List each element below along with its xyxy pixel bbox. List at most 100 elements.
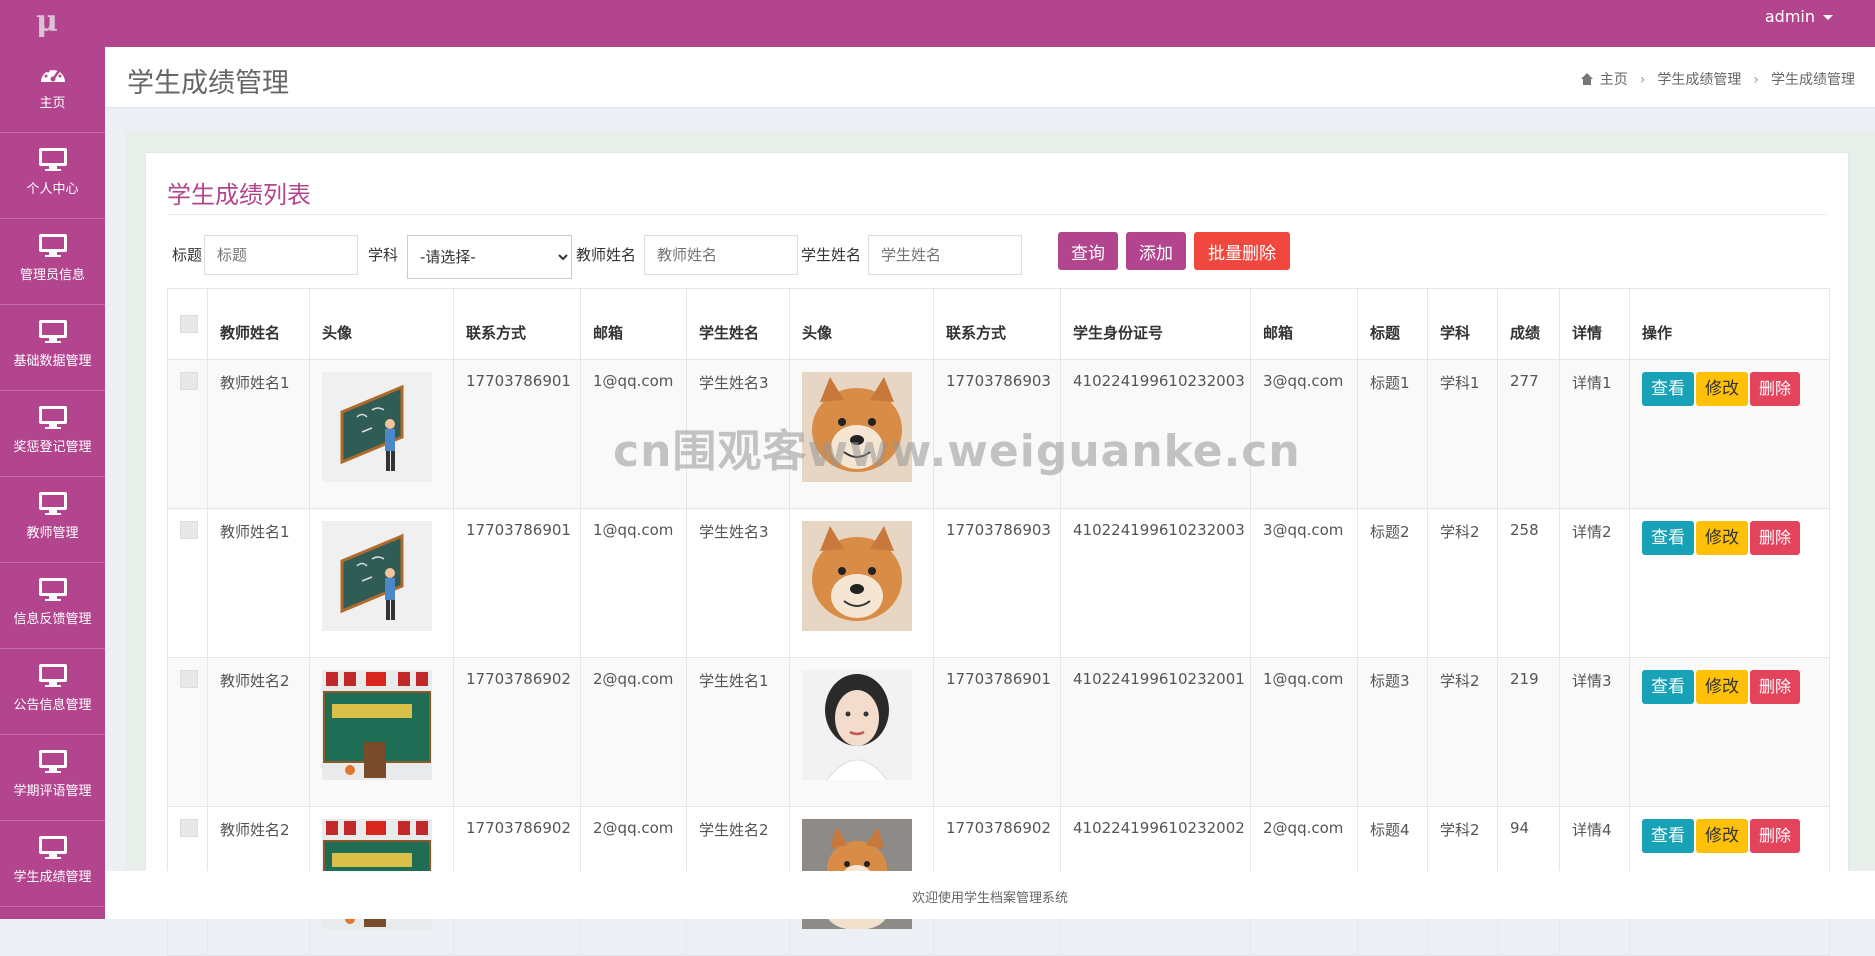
row-checkbox[interactable] bbox=[180, 819, 198, 837]
breadcrumb-current: 学生成绩管理 bbox=[1771, 72, 1855, 88]
teacher-avatar-cell bbox=[309, 657, 454, 807]
sidebar-item-label: 主页 bbox=[39, 96, 66, 111]
edit-button[interactable]: 修改 bbox=[1696, 819, 1748, 853]
column-header: 邮箱 bbox=[1250, 288, 1358, 360]
view-button[interactable]: 查看 bbox=[1642, 521, 1694, 555]
add-button[interactable]: 添加 bbox=[1126, 232, 1186, 270]
teacher-email-cell: 1@qq.com bbox=[580, 508, 687, 658]
page-title: 学生成绩管理 bbox=[127, 68, 289, 99]
column-header: 详情 bbox=[1559, 288, 1630, 360]
breadcrumb-home[interactable]: 主页 bbox=[1600, 72, 1628, 88]
filter-bar: 标题 学科 -请选择- 教师姓名 学生姓名 查询 添加 批量删除 bbox=[168, 232, 1828, 279]
view-button[interactable]: 查看 bbox=[1642, 670, 1694, 704]
monitor-icon bbox=[38, 664, 67, 687]
row-checkbox[interactable] bbox=[180, 670, 198, 688]
user-menu[interactable]: admin bbox=[1765, 7, 1833, 26]
monitor-icon bbox=[38, 234, 67, 257]
divider bbox=[167, 214, 1827, 215]
subject-filter-select[interactable]: -请选择- bbox=[407, 235, 572, 279]
select-all-checkbox[interactable] bbox=[180, 315, 198, 333]
row-select-cell bbox=[167, 657, 208, 807]
student-id-card-cell: 410224199610232001 bbox=[1060, 657, 1251, 807]
title-cell: 标题2 bbox=[1357, 508, 1428, 658]
logo: μ bbox=[36, 4, 58, 39]
card-title: 学生成绩列表 bbox=[167, 181, 311, 209]
monitor-icon bbox=[38, 320, 67, 343]
view-button[interactable]: 查看 bbox=[1642, 372, 1694, 406]
actions-cell: 查看 修改 删除 bbox=[1629, 657, 1830, 807]
sidebar-item-teachers[interactable]: 教师管理 bbox=[0, 477, 105, 563]
sidebar-item-feedback[interactable]: 信息反馈管理 bbox=[0, 563, 105, 649]
sidebar-item-scores[interactable]: 学生成绩管理 bbox=[0, 821, 105, 907]
edit-button[interactable]: 修改 bbox=[1696, 670, 1748, 704]
detail-cell: 详情2 bbox=[1559, 508, 1630, 658]
delete-button[interactable]: 删除 bbox=[1750, 521, 1801, 555]
column-header: 学科 bbox=[1427, 288, 1498, 360]
sidebar-item-notices[interactable]: 公告信息管理 bbox=[0, 649, 105, 735]
row-checkbox[interactable] bbox=[180, 521, 198, 539]
student-name-cell: 学生姓名1 bbox=[686, 657, 790, 807]
sidebar-item-label: 个人中心 bbox=[26, 182, 79, 197]
student-phone-cell: 17703786901 bbox=[933, 657, 1061, 807]
monitor-icon bbox=[38, 492, 67, 515]
breadcrumb: 主页 › 学生成绩管理 › 学生成绩管理 bbox=[1580, 69, 1855, 89]
teacher-avatar-cell bbox=[309, 508, 454, 658]
column-header: 成绩 bbox=[1497, 288, 1560, 360]
title-cell: 标题3 bbox=[1357, 657, 1428, 807]
sidebar-item-comments[interactable]: 学期评语管理 bbox=[0, 735, 105, 821]
monitor-icon bbox=[38, 578, 67, 601]
batch-delete-button[interactable]: 批量删除 bbox=[1194, 232, 1290, 270]
column-header: 学生身份证号 bbox=[1060, 288, 1251, 360]
sidebar-item-label: 公告信息管理 bbox=[13, 698, 92, 713]
monitor-icon bbox=[38, 836, 67, 859]
score-cell: 219 bbox=[1497, 657, 1560, 807]
sidebar-item-rewards[interactable]: 奖惩登记管理 bbox=[0, 391, 105, 477]
subject-filter-label: 学科 bbox=[368, 246, 399, 264]
actions-cell: 查看 修改 删除 bbox=[1629, 508, 1830, 658]
row-checkbox[interactable] bbox=[180, 372, 198, 390]
teacher-avatar-image bbox=[322, 670, 432, 780]
user-name: admin bbox=[1764, 7, 1815, 26]
sidebar-item-label: 学期评语管理 bbox=[13, 784, 92, 799]
teacher-name-cell: 教师姓名1 bbox=[207, 508, 310, 658]
sidebar-item-label: 基础数据管理 bbox=[13, 354, 92, 369]
title-filter-input[interactable] bbox=[204, 235, 358, 275]
view-button[interactable]: 查看 bbox=[1642, 819, 1694, 853]
table-row: 教师姓名2 17703786902 2@qq.com 学生姓名1 1770378… bbox=[167, 657, 1830, 807]
sidebar-item-personal-center[interactable]: 个人中心 bbox=[0, 133, 105, 219]
column-header: 联系方式 bbox=[453, 288, 581, 360]
breadcrumb-item[interactable]: 学生成绩管理 bbox=[1657, 72, 1741, 88]
watermark: cn围观客www.weiguanke.cn bbox=[613, 426, 1301, 477]
column-header: 头像 bbox=[789, 288, 934, 360]
teacher-phone-cell: 17703786901 bbox=[453, 359, 581, 509]
monitor-icon bbox=[38, 148, 67, 171]
teacher-filter-input[interactable] bbox=[644, 235, 798, 275]
teacher-phone-cell: 17703786901 bbox=[453, 508, 581, 658]
column-header: 学生姓名 bbox=[686, 288, 790, 360]
sidebar-item-label: 信息反馈管理 bbox=[13, 612, 92, 627]
edit-button[interactable]: 修改 bbox=[1696, 521, 1748, 555]
student-avatar-image bbox=[802, 521, 912, 631]
delete-button[interactable]: 删除 bbox=[1750, 819, 1801, 853]
student-email-cell: 3@qq.com bbox=[1250, 508, 1358, 658]
sidebar-item-admin-info[interactable]: 管理员信息 bbox=[0, 219, 105, 305]
top-bar: μ admin bbox=[0, 0, 1875, 47]
sidebar-item-label: 奖惩登记管理 bbox=[13, 440, 92, 455]
delete-button[interactable]: 删除 bbox=[1750, 372, 1801, 406]
column-header: 头像 bbox=[309, 288, 454, 360]
column-header: 教师姓名 bbox=[207, 288, 310, 360]
delete-button[interactable]: 删除 bbox=[1750, 670, 1801, 704]
score-table: 教师姓名 头像 联系方式 邮箱 学生姓名 头像 联系方式 学生身份证号 邮箱 标… bbox=[167, 288, 1830, 956]
breadcrumb-separator: › bbox=[1639, 72, 1646, 88]
sidebar-item-basic-data[interactable]: 基础数据管理 bbox=[0, 305, 105, 391]
row-select-cell bbox=[167, 508, 208, 658]
page-header: 学生成绩管理 主页 › 学生成绩管理 › 学生成绩管理 bbox=[105, 47, 1875, 108]
title-cell: 标题1 bbox=[1357, 359, 1428, 509]
teacher-filter-label: 教师姓名 bbox=[576, 246, 637, 264]
query-button[interactable]: 查询 bbox=[1058, 232, 1118, 270]
student-filter-input[interactable] bbox=[868, 235, 1022, 275]
edit-button[interactable]: 修改 bbox=[1696, 372, 1748, 406]
teacher-name-cell: 教师姓名1 bbox=[207, 359, 310, 509]
sidebar-item-label: 教师管理 bbox=[26, 526, 79, 541]
sidebar-item-home[interactable]: 主页 bbox=[0, 47, 105, 133]
